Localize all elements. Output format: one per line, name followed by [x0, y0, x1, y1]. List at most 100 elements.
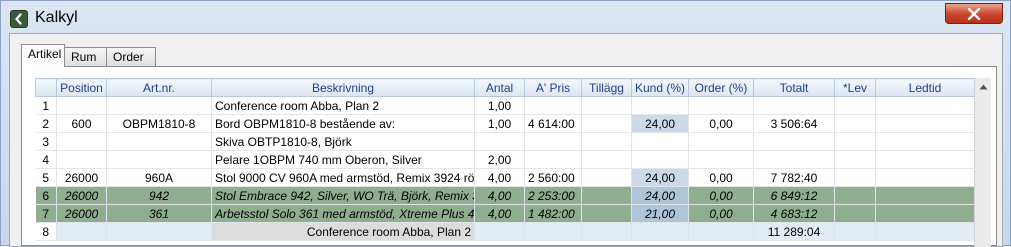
table-row[interactable]: 5 26000 960A Stol 9000 CV 960A med armstöd,… — [35, 168, 975, 187]
column-header-rownum[interactable] — [35, 78, 57, 97]
pris-cell[interactable]: 4 614:00 — [524, 114, 582, 133]
description-cell[interactable]: Stol Embrace 942, Silver, WO Trä, Björk,… — [211, 186, 475, 205]
description-cell[interactable]: Conference room Abba, Plan 2 — [211, 222, 475, 241]
artnr-cell[interactable]: OBPM1810-8 — [106, 114, 212, 133]
back-arrow-icon[interactable] — [10, 10, 28, 28]
position-cell[interactable]: 26000 — [56, 204, 107, 223]
table-row[interactable]: 7 26000 361 Arbetsstol Solo 361 med armstöd… — [35, 204, 975, 223]
lev-cell[interactable] — [834, 132, 876, 151]
pris-cell[interactable]: 2 253:00 — [524, 186, 582, 205]
tillagg-cell[interactable] — [581, 222, 632, 241]
pris-cell[interactable]: 2 560:00 — [524, 168, 582, 187]
totalt-cell[interactable] — [753, 150, 835, 169]
lev-cell[interactable] — [834, 114, 876, 133]
table-row[interactable]: 2 600 OBPM1810-8 Bord OBPM1810-8 bestående … — [35, 114, 975, 133]
article-grid[interactable]: Position Art.nr. Beskrivning Antal A' Pr… — [35, 78, 975, 241]
artnr-cell[interactable] — [106, 222, 212, 241]
lev-cell[interactable] — [834, 96, 876, 115]
position-cell[interactable] — [56, 222, 107, 241]
column-header-pris[interactable]: A' Pris — [524, 78, 582, 97]
tillagg-cell[interactable] — [581, 168, 632, 187]
description-cell[interactable]: Stol 9000 CV 960A med armstöd, Remix 392… — [211, 168, 475, 187]
column-header-position[interactable]: Position — [56, 78, 107, 97]
description-cell[interactable]: Conference room Abba, Plan 2 — [211, 96, 475, 115]
description-cell[interactable]: Arbetsstol Solo 361 med armstöd, Xtreme … — [211, 204, 475, 223]
order-percent-cell[interactable] — [688, 222, 754, 241]
position-cell[interactable] — [56, 150, 107, 169]
totalt-cell[interactable]: 7 782:40 — [753, 168, 835, 187]
order-percent-cell[interactable]: 0,00 — [688, 168, 754, 187]
column-header-kund[interactable]: Kund (%) — [631, 78, 689, 97]
tab-artikel[interactable]: Artikel — [21, 44, 65, 67]
pris-cell[interactable]: 1 482:00 — [524, 204, 582, 223]
pris-cell[interactable] — [524, 150, 582, 169]
lev-cell[interactable] — [834, 204, 876, 223]
kund-percent-cell[interactable] — [631, 150, 689, 169]
artnr-cell[interactable]: 942 — [106, 186, 212, 205]
lev-cell[interactable] — [834, 222, 876, 241]
antal-cell[interactable] — [474, 222, 525, 241]
order-percent-cell[interactable] — [688, 96, 754, 115]
tillagg-cell[interactable] — [581, 204, 632, 223]
table-row[interactable]: 1 Conference room Abba, Plan 2 1,00 — [35, 96, 975, 115]
tab-order[interactable]: Order — [106, 47, 156, 66]
ledtid-cell[interactable] — [875, 222, 975, 241]
pris-cell[interactable] — [524, 132, 582, 151]
description-cell[interactable]: Pelare 1OBPM 740 mm Oberon, Silver — [211, 150, 475, 169]
totalt-cell[interactable]: 11 289:04 — [753, 222, 835, 241]
kund-percent-cell[interactable]: 24,00 — [631, 114, 689, 133]
totalt-cell[interactable]: 3 506:64 — [753, 114, 835, 133]
ledtid-cell[interactable] — [875, 168, 975, 187]
order-percent-cell[interactable] — [688, 132, 754, 151]
column-header-antal[interactable]: Antal — [474, 78, 525, 97]
artnr-cell[interactable] — [106, 150, 212, 169]
column-header-totalt[interactable]: Totalt — [753, 78, 835, 97]
close-button[interactable] — [945, 3, 1003, 24]
artnr-cell[interactable]: 361 — [106, 204, 212, 223]
column-header-artnr[interactable]: Art.nr. — [106, 78, 212, 97]
position-cell[interactable] — [56, 96, 107, 115]
ledtid-cell[interactable] — [875, 186, 975, 205]
tab-rum[interactable]: Rum — [64, 47, 107, 66]
table-row[interactable]: 4 Pelare 1OBPM 740 mm Oberon, Silver 2,00 — [35, 150, 975, 169]
tillagg-cell[interactable] — [581, 132, 632, 151]
column-header-beskrivning[interactable]: Beskrivning — [211, 78, 475, 97]
lev-cell[interactable] — [834, 150, 876, 169]
vertical-scrollbar[interactable] — [974, 78, 991, 247]
position-cell[interactable]: 26000 — [56, 186, 107, 205]
kund-percent-cell[interactable] — [631, 132, 689, 151]
lev-cell[interactable] — [834, 168, 876, 187]
totalt-cell[interactable] — [753, 96, 835, 115]
table-row[interactable]: 3 Skiva OBTP1810-8, Björk — [35, 132, 975, 151]
pris-cell[interactable] — [524, 96, 582, 115]
order-percent-cell[interactable]: 0,00 — [688, 186, 754, 205]
antal-cell[interactable]: 1,00 — [474, 96, 525, 115]
antal-cell[interactable]: 4,00 — [474, 168, 525, 187]
order-percent-cell[interactable]: 0,00 — [688, 114, 754, 133]
antal-cell[interactable] — [474, 132, 525, 151]
tillagg-cell[interactable] — [581, 186, 632, 205]
antal-cell[interactable]: 4,00 — [474, 186, 525, 205]
column-header-lev[interactable]: *Lev — [834, 78, 876, 97]
position-cell[interactable]: 600 — [56, 114, 107, 133]
ledtid-cell[interactable] — [875, 204, 975, 223]
kund-percent-cell[interactable]: 24,00 — [631, 168, 689, 187]
ledtid-cell[interactable] — [875, 150, 975, 169]
ledtid-cell[interactable] — [875, 114, 975, 133]
order-percent-cell[interactable]: 0,00 — [688, 204, 754, 223]
kund-percent-cell[interactable]: 21,00 — [631, 204, 689, 223]
kund-percent-cell[interactable] — [631, 96, 689, 115]
antal-cell[interactable]: 2,00 — [474, 150, 525, 169]
position-cell[interactable]: 26000 — [56, 168, 107, 187]
totalt-cell[interactable]: 6 849:12 — [753, 186, 835, 205]
artnr-cell[interactable] — [106, 132, 212, 151]
totalt-cell[interactable]: 4 683:12 — [753, 204, 835, 223]
tillagg-cell[interactable] — [581, 150, 632, 169]
description-cell[interactable]: Bord OBPM1810-8 bestående av: — [211, 114, 475, 133]
antal-cell[interactable]: 4,00 — [474, 204, 525, 223]
lev-cell[interactable] — [834, 186, 876, 205]
kund-percent-cell[interactable] — [631, 222, 689, 241]
table-row[interactable]: 6 26000 942 Stol Embrace 942, Silver, WO Tr… — [35, 186, 975, 205]
column-header-ledtid[interactable]: Ledtid — [875, 78, 975, 97]
scroll-up-arrow-icon[interactable] — [979, 84, 988, 90]
